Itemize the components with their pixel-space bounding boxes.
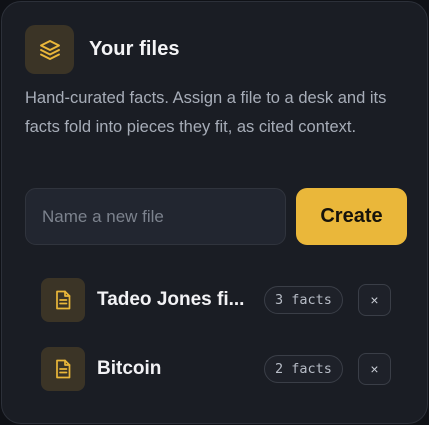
files-panel: Your files Hand-curated facts. Assign a … <box>1 1 428 424</box>
close-icon: × <box>370 292 379 308</box>
panel-title: Your files <box>89 38 180 60</box>
fact-count-badge: 2 facts <box>264 355 343 383</box>
file-row[interactable]: Tadeo Jones fi... 3 facts × <box>41 278 393 322</box>
document-icon <box>41 347 85 391</box>
file-name[interactable]: Tadeo Jones fi... <box>97 289 257 311</box>
fact-count-badge: 3 facts <box>264 286 343 314</box>
close-icon: × <box>370 361 379 377</box>
file-name[interactable]: Bitcoin <box>97 358 257 380</box>
document-icon <box>41 278 85 322</box>
new-file-name-input[interactable] <box>25 188 286 245</box>
panel-description: Hand-curated facts. Assign a file to a d… <box>25 89 387 136</box>
layers-icon <box>25 25 74 74</box>
create-button[interactable]: Create <box>296 188 407 245</box>
remove-file-button[interactable]: × <box>358 284 391 316</box>
file-row[interactable]: Bitcoin 2 facts × <box>41 347 393 391</box>
remove-file-button[interactable]: × <box>358 353 391 385</box>
